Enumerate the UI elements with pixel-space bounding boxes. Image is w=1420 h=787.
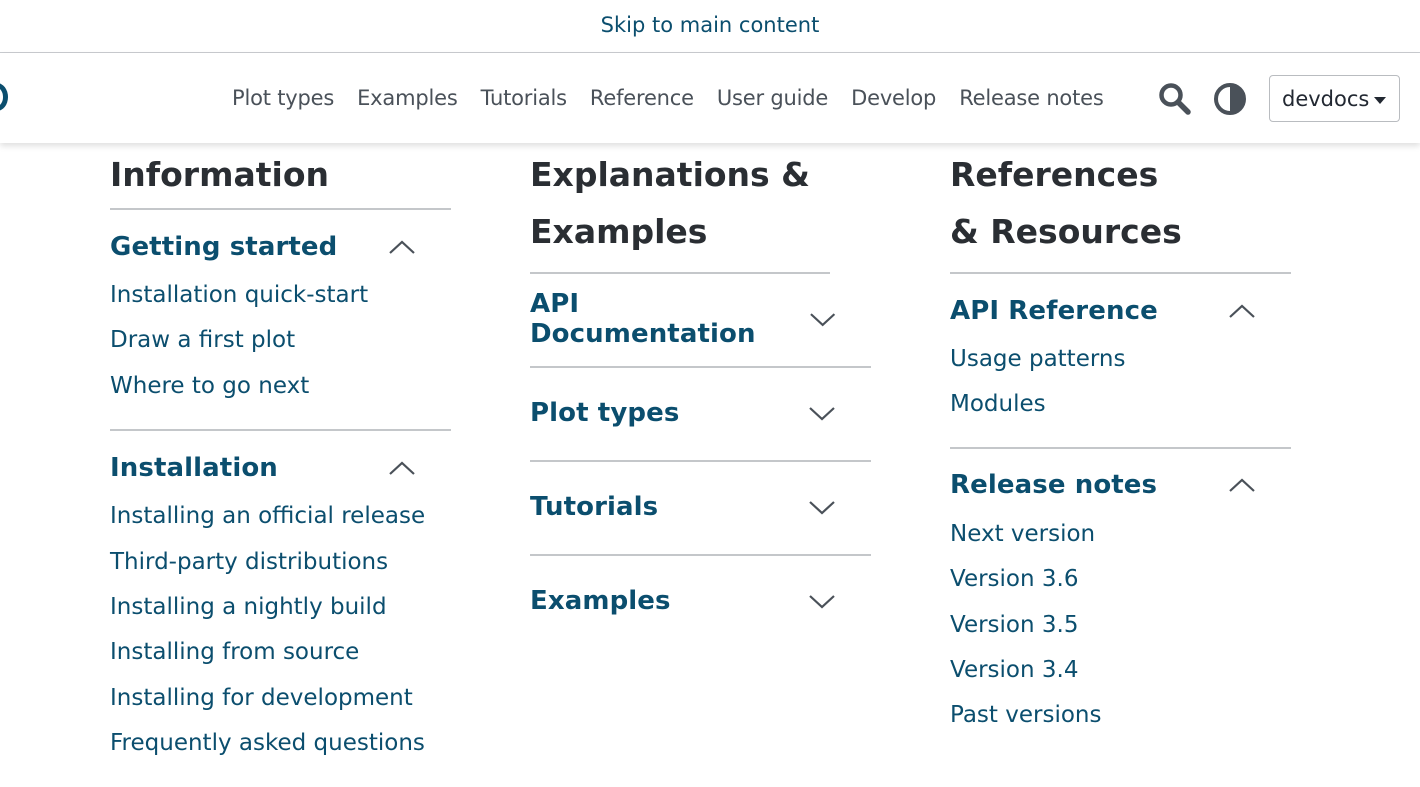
section-title: API Documentation	[530, 289, 756, 349]
section-title: Examples	[530, 586, 671, 616]
theme-toggle-icon[interactable]	[1212, 81, 1248, 117]
link-installing-nightly-build[interactable]: Installing a nightly build	[110, 585, 451, 630]
section-examples: Examples	[530, 556, 871, 648]
nav-link-plot-types[interactable]: Plot types	[232, 86, 334, 110]
section-title: Tutorials	[530, 492, 659, 522]
chevron-up-icon	[389, 240, 415, 254]
link-modules[interactable]: Modules	[950, 382, 1291, 427]
section-tutorials: Tutorials	[530, 462, 871, 556]
section-title: Getting started	[110, 231, 338, 262]
link-past-versions[interactable]: Past versions	[950, 693, 1291, 738]
top-navbar: Plot types Examples Tutorials Reference …	[0, 53, 1420, 143]
nav-link-tutorials[interactable]: Tutorials	[481, 86, 568, 110]
column-explanations-examples: Explanations & Examples API Documentatio…	[530, 143, 871, 648]
column-title: References & Resources	[950, 143, 1291, 274]
link-installation-quick-start[interactable]: Installation quick-start	[110, 273, 451, 318]
caret-down-icon	[1374, 97, 1386, 104]
nav-link-develop[interactable]: Develop	[851, 86, 936, 110]
link-where-to-go-next[interactable]: Where to go next	[110, 364, 451, 409]
version-dropdown[interactable]: devdocs	[1269, 75, 1400, 122]
link-third-party-distributions[interactable]: Third-party distributions	[110, 540, 451, 585]
section-toggle[interactable]: Plot types	[530, 368, 871, 460]
link-installing-official-release[interactable]: Installing an official release	[110, 494, 451, 539]
column-references-resources: References & Resources API Reference Usa…	[950, 143, 1291, 759]
section-title: API Reference	[950, 295, 1158, 326]
chevron-down-icon	[809, 313, 835, 327]
nav-link-user-guide[interactable]: User guide	[717, 86, 828, 110]
section-api-documentation: API Documentation	[530, 274, 871, 368]
section-title: Release notes	[950, 470, 1158, 501]
column-title: Information	[110, 143, 451, 210]
link-next-version[interactable]: Next version	[950, 512, 1291, 557]
nav-link-examples[interactable]: Examples	[357, 86, 458, 110]
column-title: Explanations & Examples	[530, 143, 830, 274]
section-title: Plot types	[530, 398, 680, 428]
logo-icon[interactable]	[0, 83, 8, 111]
skip-to-main-link[interactable]: Skip to main content	[601, 13, 820, 39]
section-plot-types: Plot types	[530, 368, 871, 462]
section-api-reference: API Reference Usage patterns Modules	[950, 274, 1291, 449]
link-installing-for-development[interactable]: Installing for development	[110, 676, 451, 721]
main-nav: Plot types Examples Tutorials Reference …	[232, 53, 1127, 143]
chevron-up-icon	[1229, 304, 1255, 318]
search-icon[interactable]	[1158, 82, 1192, 116]
section-installation: Installation Installing an official rele…	[110, 431, 451, 786]
link-version-3-5[interactable]: Version 3.5	[950, 603, 1291, 648]
section-release-notes: Release notes Next version Version 3.6 V…	[950, 449, 1291, 759]
chevron-down-icon	[809, 501, 835, 515]
section-toggle[interactable]: Tutorials	[530, 462, 871, 554]
main-content: Information Getting started Installation…	[0, 143, 1420, 759]
link-version-3-6[interactable]: Version 3.6	[950, 557, 1291, 602]
link-faq[interactable]: Frequently asked questions	[110, 721, 451, 766]
column-information: Information Getting started Installation…	[110, 143, 451, 787]
section-toggle[interactable]: Examples	[530, 556, 871, 648]
version-label: devdocs	[1282, 86, 1370, 111]
chevron-down-icon	[809, 595, 835, 609]
chevron-down-icon	[809, 407, 835, 421]
chevron-up-icon	[1229, 478, 1255, 493]
nav-link-release-notes[interactable]: Release notes	[959, 86, 1104, 110]
section-toggle[interactable]: API Documentation	[530, 274, 871, 366]
link-version-3-4[interactable]: Version 3.4	[950, 648, 1291, 693]
nav-link-reference[interactable]: Reference	[590, 86, 694, 110]
section-title: Installation	[110, 452, 278, 483]
chevron-up-icon	[389, 461, 415, 475]
skip-bar: Skip to main content	[0, 0, 1420, 53]
link-installing-from-source[interactable]: Installing from source	[110, 630, 451, 675]
link-usage-patterns[interactable]: Usage patterns	[950, 337, 1291, 382]
section-getting-started: Getting started Installation quick-start…	[110, 210, 451, 432]
link-draw-first-plot[interactable]: Draw a first plot	[110, 318, 451, 363]
